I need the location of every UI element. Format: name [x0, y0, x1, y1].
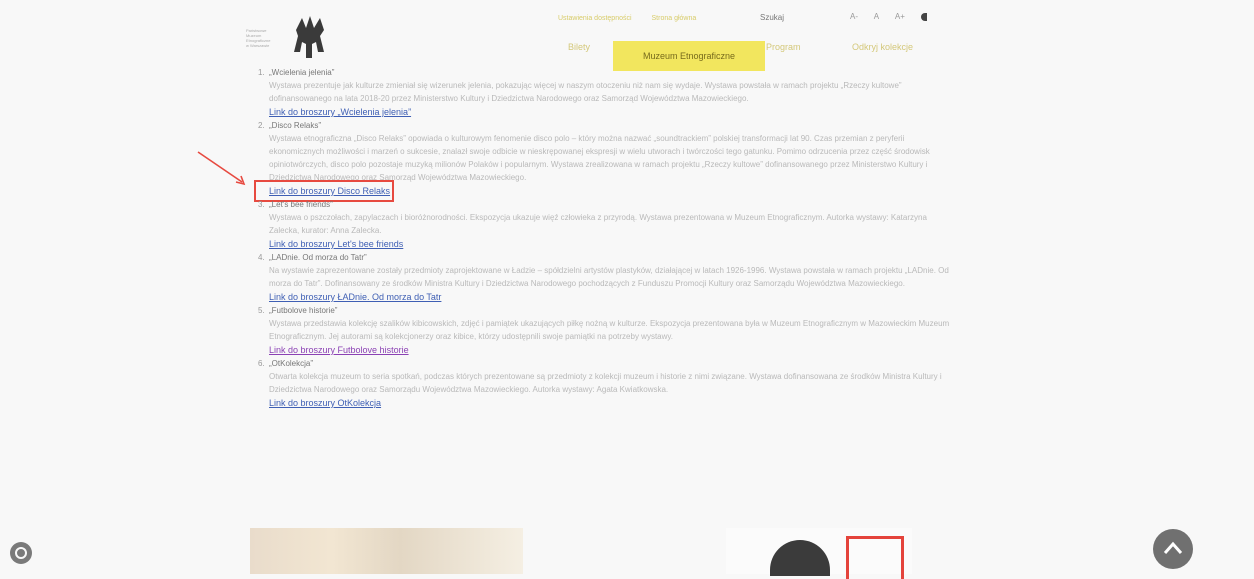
- item-title: 3. „Let's bee friends”: [258, 200, 333, 209]
- accessibility-widget-icon[interactable]: [10, 542, 32, 564]
- brochure-link-futbolove-historie[interactable]: Link do broszury Futbolove historie: [258, 343, 958, 357]
- red-arrow-annotation: [197, 151, 246, 186]
- item-description: Wystawa prezentuje jak kulturze zmieniał…: [269, 81, 902, 103]
- top-link-home[interactable]: Strona główna: [652, 15, 697, 22]
- brochure-link-ladnie[interactable]: Link do broszury ŁADnie. Od morza do Tat…: [258, 290, 958, 304]
- brochure-link-disco-relaks[interactable]: Link do broszury Disco Relaks: [253, 180, 395, 202]
- contrast-icon[interactable]: [921, 12, 928, 21]
- a-icon[interactable]: A: [874, 12, 879, 21]
- item-title: 4. „LADnie. Od morza do Tatr”: [258, 253, 367, 262]
- item-description: Na wystawie zaprezentowane zostały przed…: [269, 266, 949, 288]
- item-title: 2. „Disco Relaks”: [258, 121, 322, 130]
- top-links: Ustawienia dostępności Strona główna: [558, 15, 714, 22]
- nav-item-collections[interactable]: Odkryj kolekcje: [852, 42, 913, 52]
- item-title: 5. „Futbolove historie”: [258, 306, 338, 315]
- nav-item-program[interactable]: Program: [766, 42, 801, 52]
- site-header: Państwowe Muzeum Etnograficzne w Warszawie …: [240, 0, 980, 71]
- search-link[interactable]: Szukaj: [760, 13, 784, 22]
- a-minus-icon[interactable]: A-: [850, 12, 858, 21]
- nav-item-tickets[interactable]: Bilety: [568, 42, 590, 52]
- accessibility-tools: A- A A+: [850, 12, 941, 21]
- list-item: 3. „Let's bee friends” Wystawa o pszczoła…: [258, 198, 958, 251]
- brochure-link-lets-bee-friends[interactable]: Link do broszury Let's bee friends: [258, 237, 958, 251]
- museum-logo-icon[interactable]: [290, 14, 330, 60]
- list-item: 6. „OtKolekcja” Otwarta kolekcja muzeum t…: [258, 357, 958, 410]
- list-item: 4. „LADnie. Od morza do Tatr” Na wystawie…: [258, 251, 958, 304]
- page: Państwowe Muzeum Etnograficzne w Warszawie …: [0, 0, 1254, 579]
- exhibition-image-right[interactable]: [726, 528, 912, 579]
- illustration-figure: [770, 540, 830, 576]
- brochure-list: 1. „Wcielenia jelenia” Wystawa prezentuje…: [253, 66, 958, 410]
- item-title: 6. „OtKolekcja”: [258, 359, 314, 368]
- brochure-link-wcielenia-jelenia[interactable]: Link do broszury „Wcielenia jelenia”: [258, 105, 958, 119]
- item-description: Wystawa przedstawia kolekcję szalików ki…: [269, 319, 950, 341]
- brochure-link-otkolekcja[interactable]: Link do broszury OtKolekcja: [258, 396, 958, 410]
- list-item: 1. „Wcielenia jelenia” Wystawa prezentuje…: [258, 66, 958, 119]
- item-title: 1. „Wcielenia jelenia”: [258, 68, 335, 77]
- item-description: Wystawa o pszczołach, zapylaczach i bior…: [269, 213, 927, 235]
- exhibition-image-left[interactable]: [250, 528, 523, 574]
- a-plus-icon[interactable]: A+: [895, 12, 905, 21]
- list-item: 2. „Disco Relaks” Wystawa etnograficzna „…: [253, 119, 958, 202]
- logo-text: Państwowe Muzeum Etnograficzne w Warszawie: [246, 28, 271, 48]
- item-description: Wystawa etnograficzna „Disco Relaks” opo…: [269, 134, 930, 182]
- item-description: Otwarta kolekcja muzeum to seria spotkań…: [269, 372, 942, 394]
- list-item: 5. „Futbolove historie” Wystawa przedstaw…: [258, 304, 958, 357]
- top-link-accessibility[interactable]: Ustawienia dostępności: [558, 15, 632, 22]
- illustration-frame: [846, 536, 904, 579]
- chevron-up-icon: [1163, 541, 1183, 554]
- scroll-to-top-button[interactable]: [1153, 529, 1193, 569]
